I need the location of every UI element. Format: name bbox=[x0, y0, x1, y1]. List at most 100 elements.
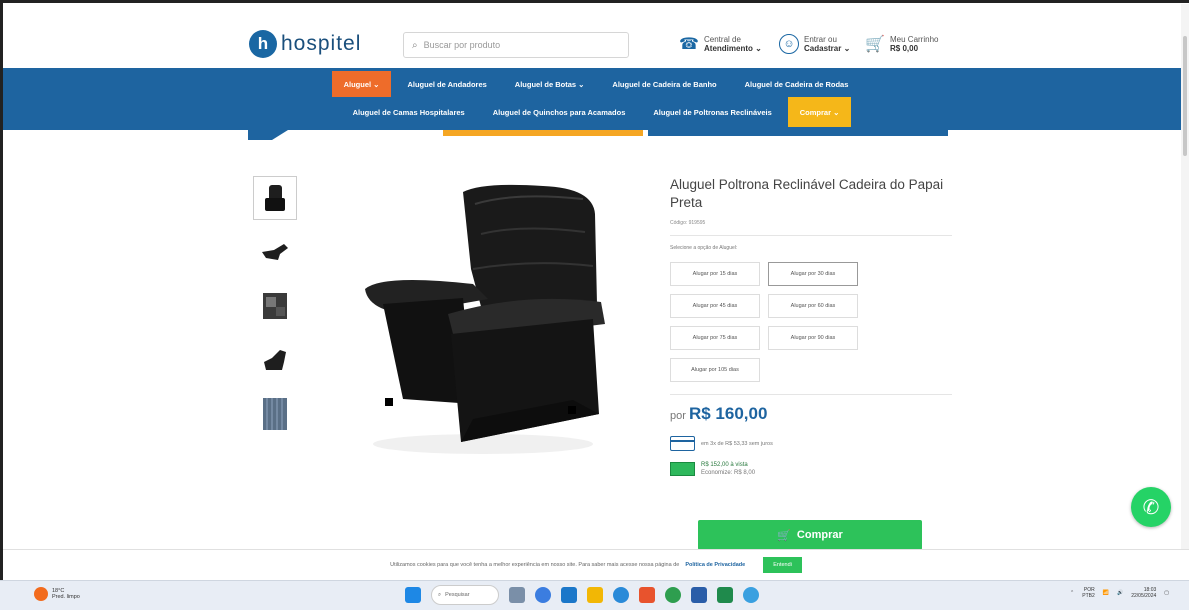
nav-comprar[interactable]: Comprar ⌄ bbox=[787, 97, 852, 127]
buy-label: Comprar bbox=[796, 529, 843, 541]
cash-price-line: R$ 152,00 à vista Economize: R$ 8,00 bbox=[670, 461, 952, 477]
chrome-icon[interactable] bbox=[665, 587, 681, 603]
search-icon: ⌕ bbox=[412, 39, 418, 51]
option-60-days[interactable]: Alugar por 60 dias bbox=[768, 294, 858, 318]
login-link[interactable]: ☺ Entrar ou Cadastrar ⌄ bbox=[779, 34, 850, 54]
scrollbar-thumb[interactable] bbox=[1183, 36, 1187, 156]
clock[interactable]: 18:03 22/05/2024 bbox=[1131, 587, 1156, 599]
nav-cadeira-rodas[interactable]: Aluguel de Cadeira de Rodas bbox=[733, 71, 861, 97]
thumbnail-4[interactable] bbox=[253, 338, 297, 382]
site-header: h hospitel ⌕ Buscar por produto ☎ Centra… bbox=[3, 26, 1189, 68]
product-title: Aluguel Poltrona Reclinável Cadeira do P… bbox=[670, 177, 944, 210]
search-icon: ⌕ bbox=[438, 591, 442, 598]
edge-icon[interactable] bbox=[613, 587, 629, 603]
credit-card-icon bbox=[670, 436, 695, 451]
cart-line1: Meu Carrinho bbox=[890, 35, 939, 44]
central-atendimento-link[interactable]: ☎ Central de Atendimento ⌄ bbox=[679, 34, 762, 54]
scrollbar[interactable] bbox=[1181, 4, 1189, 579]
app-icon-6[interactable] bbox=[717, 587, 733, 603]
taskbar-search[interactable]: ⌕ Pesquisar bbox=[431, 585, 499, 605]
cash-savings-text: Economize: R$ 8,00 bbox=[701, 470, 756, 476]
banner-shape-left bbox=[248, 130, 288, 140]
fabric-sample-icon bbox=[263, 398, 287, 430]
price-prefix: por bbox=[670, 410, 686, 422]
cookie-accept-button[interactable]: Entendi bbox=[763, 557, 802, 573]
option-45-days[interactable]: Alugar por 45 dias bbox=[670, 294, 760, 318]
central-line2: Atendimento ⌄ bbox=[704, 44, 762, 53]
thumbnail-1[interactable] bbox=[253, 176, 297, 220]
system-tray: ⌃ POR PTB2 📶 🔊 18:03 22/05/2024 ▢ bbox=[1070, 587, 1169, 599]
app-icon-3[interactable] bbox=[561, 587, 577, 603]
logo-text: hospitel bbox=[281, 32, 362, 55]
app-icon-5[interactable] bbox=[691, 587, 707, 603]
thumbnail-list bbox=[253, 176, 299, 446]
whatsapp-icon[interactable]: ✆ bbox=[1131, 487, 1171, 527]
option-90-days[interactable]: Alugar por 90 dias bbox=[768, 326, 858, 350]
network-icon[interactable]: 📶 bbox=[1103, 590, 1109, 596]
buy-button[interactable]: 🛒 Comprar bbox=[698, 520, 922, 550]
installments-text: em 3x de R$ 53,33 sem juros bbox=[701, 440, 773, 447]
weather-widget[interactable]: 18°C Pred. limpo bbox=[34, 587, 80, 601]
thumbnail-2[interactable] bbox=[253, 230, 297, 274]
nav-camas[interactable]: Aluguel de Camas Hospitalares bbox=[341, 99, 477, 125]
product-main-image[interactable] bbox=[343, 174, 623, 464]
app-icon-2[interactable] bbox=[535, 587, 551, 603]
cart-link[interactable]: 🛒 Meu Carrinho R$ 0,00 bbox=[865, 34, 938, 54]
banner-shape-right bbox=[648, 130, 948, 136]
price-line: por R$ 160,00 bbox=[670, 404, 952, 424]
search-placeholder: Buscar por produto bbox=[423, 40, 501, 50]
tray-chevron-icon[interactable]: ⌃ bbox=[1070, 590, 1074, 596]
nav-row-2: Aluguel de Camas Hospitalares Aluguel de… bbox=[3, 97, 1189, 127]
chair-side-icon bbox=[264, 350, 286, 370]
support-icon: ☎ bbox=[679, 35, 699, 53]
nav-andadores[interactable]: Aluguel de Andadores bbox=[395, 71, 498, 97]
weather-desc: Pred. limpo bbox=[52, 594, 80, 600]
banner-shape-mid bbox=[443, 130, 643, 136]
chair-front-icon bbox=[265, 185, 285, 211]
logo-mark: h bbox=[249, 30, 277, 58]
site-logo[interactable]: h hospitel bbox=[249, 30, 361, 58]
cart-icon: 🛒 bbox=[865, 35, 885, 53]
search-input[interactable]: ⌕ Buscar por produto bbox=[403, 32, 629, 58]
option-15-days[interactable]: Alugar por 15 dias bbox=[670, 262, 760, 286]
cash-icon bbox=[670, 462, 695, 476]
thumbnail-3[interactable] bbox=[253, 284, 297, 328]
divider bbox=[670, 394, 952, 395]
cookie-bar: Utilizamos cookies para que você tenha a… bbox=[3, 549, 1189, 579]
privacy-policy-link[interactable]: Política de Privacidade bbox=[685, 562, 745, 568]
option-select-label: Selecione a opção de Aluguel: bbox=[670, 245, 738, 251]
folder-icon[interactable] bbox=[587, 587, 603, 603]
thumbnail-5[interactable] bbox=[253, 392, 297, 436]
login-line1: Entrar ou bbox=[804, 35, 837, 44]
main-nav: Aluguel ⌄ Aluguel de Andadores Aluguel d… bbox=[3, 68, 1189, 130]
app-icon-4[interactable] bbox=[639, 587, 655, 603]
nav-quinchos[interactable]: Aluguel de Quinchos para Acamados bbox=[481, 99, 638, 125]
nav-aluguel[interactable]: Aluguel ⌄ bbox=[331, 71, 392, 97]
recliner-image bbox=[365, 184, 605, 454]
nav-botas[interactable]: Aluguel de Botas ⌄ bbox=[503, 71, 597, 97]
nav-cadeira-banho[interactable]: Aluguel de Cadeira de Banho bbox=[600, 71, 728, 97]
notification-icon[interactable]: ▢ bbox=[1164, 590, 1169, 596]
nav-poltronas[interactable]: Aluguel de Poltronas Reclináveis bbox=[641, 99, 783, 125]
option-30-days[interactable]: Alugar por 30 dias bbox=[768, 262, 858, 286]
chair-reclined-icon bbox=[262, 244, 288, 260]
cart-total: R$ 0,00 bbox=[890, 44, 919, 53]
lang-indicator-2: PTB2 bbox=[1082, 593, 1095, 599]
cookie-text: Utilizamos cookies para que você tenha a… bbox=[390, 562, 680, 568]
app-icon-7[interactable] bbox=[743, 587, 759, 603]
start-icon[interactable] bbox=[405, 587, 421, 603]
taskbar-search-label: Pesquisar bbox=[445, 592, 470, 598]
chair-detail-icon bbox=[263, 293, 287, 319]
central-line1: Central de bbox=[704, 35, 741, 44]
option-75-days[interactable]: Alugar por 75 dias bbox=[670, 326, 760, 350]
volume-icon[interactable]: 🔊 bbox=[1117, 590, 1123, 596]
divider bbox=[670, 235, 952, 236]
option-105-days[interactable]: Alugar por 105 dias bbox=[670, 358, 760, 382]
cash-price-text: R$ 152,00 à vista bbox=[701, 462, 748, 468]
taskbar: 18°C Pred. limpo ⌕ Pesquisar ⌃ POR PTB2 📶 🔊… bbox=[0, 580, 1189, 610]
clock-date: 22/05/2024 bbox=[1131, 593, 1157, 599]
weather-icon bbox=[34, 587, 48, 601]
banner-strip bbox=[248, 130, 948, 140]
taskbar-apps: ⌕ Pesquisar bbox=[405, 585, 759, 605]
app-icon-1[interactable] bbox=[509, 587, 525, 603]
